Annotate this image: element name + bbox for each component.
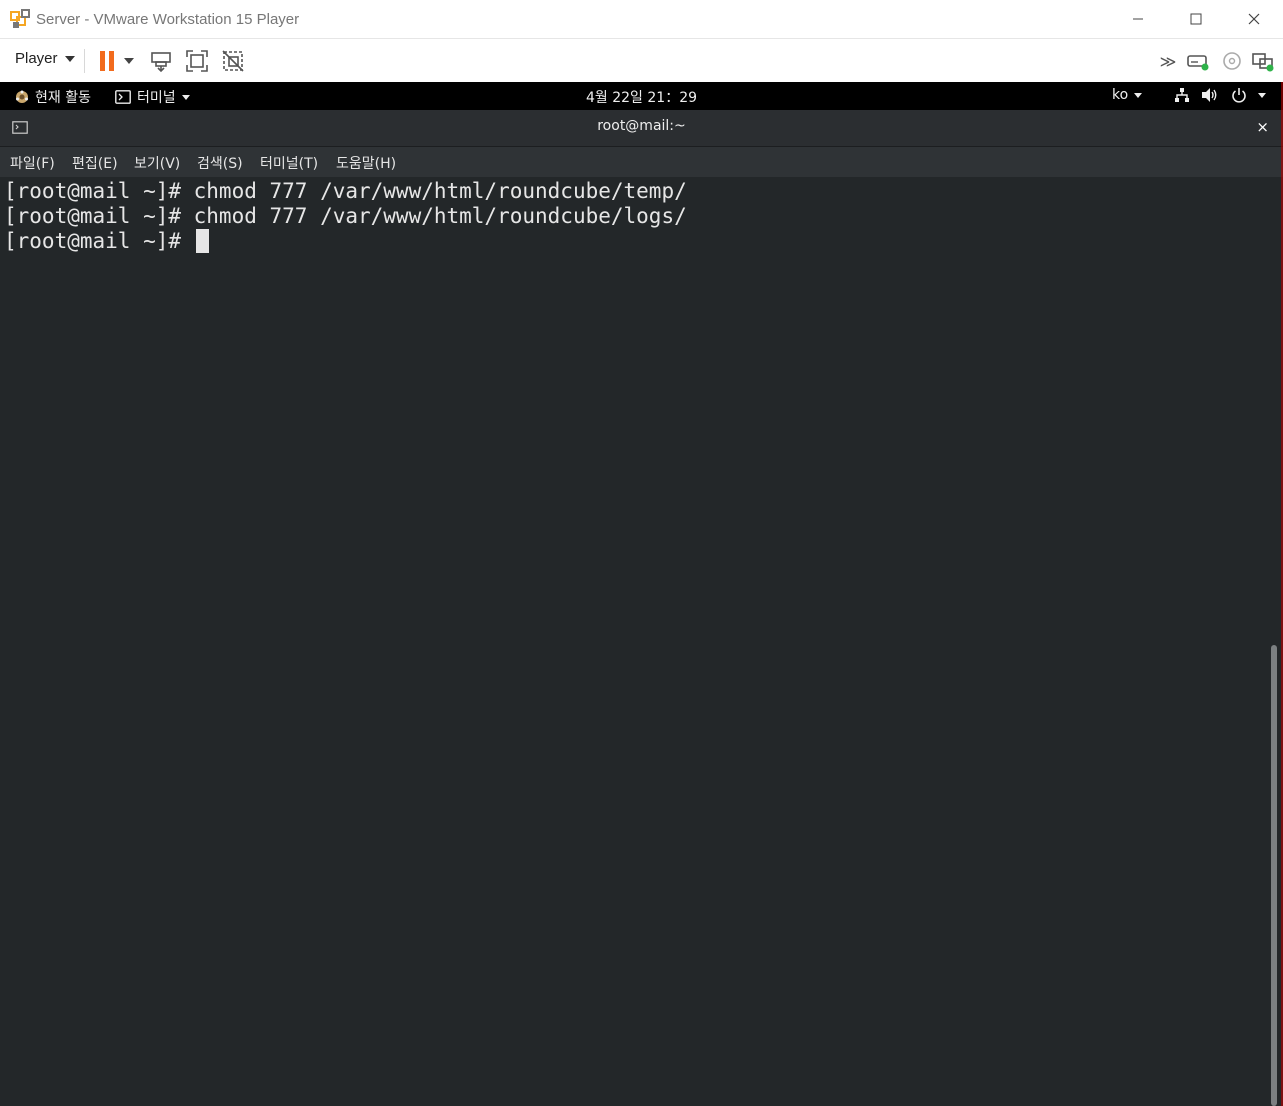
activities-label: 현재 활동 bbox=[35, 90, 91, 106]
menu-help[interactable]: 도움말(H) bbox=[336, 153, 396, 173]
terminal-line: [root@mail ~]# chmod 777 /var/www/html/r… bbox=[4, 204, 687, 228]
terminal-headerbar: root@mail:~ × bbox=[0, 110, 1283, 147]
vmware-toolbar: Player ≫ bbox=[0, 38, 1283, 83]
menu-file[interactable]: 파일(F) bbox=[10, 153, 55, 173]
app-menu-button[interactable]: 터미널 bbox=[115, 87, 190, 107]
chevron-down-icon bbox=[64, 55, 75, 62]
chevron-down-icon bbox=[124, 58, 134, 64]
hard-disk-button[interactable] bbox=[1185, 48, 1211, 74]
toolbar-divider bbox=[84, 49, 85, 73]
activities-button[interactable]: 현재 활동 bbox=[14, 87, 91, 107]
fullscreen-button[interactable] bbox=[184, 48, 210, 74]
window-title: Server - VMware Workstation 15 Player bbox=[36, 10, 300, 28]
pause-button[interactable] bbox=[94, 48, 120, 74]
terminal-menubar: 파일(F) 편집(E) 보기(V) 검색(S) 터미널(T) 도움말(H) bbox=[0, 147, 1283, 177]
minimize-button[interactable] bbox=[1109, 0, 1167, 38]
input-source-label: ko bbox=[1112, 87, 1129, 103]
terminal-title: root@mail:~ bbox=[597, 118, 686, 134]
system-menu-button[interactable] bbox=[1174, 87, 1266, 103]
unity-icon bbox=[222, 50, 244, 72]
chevron-down-icon bbox=[1134, 92, 1143, 98]
send-ctrl-alt-del-icon bbox=[151, 52, 171, 73]
fullscreen-icon bbox=[186, 50, 208, 72]
menu-terminal[interactable]: 터미널(T) bbox=[260, 153, 318, 173]
chevron-down-icon bbox=[1258, 92, 1266, 98]
scrollbar-thumb[interactable] bbox=[1271, 645, 1277, 1106]
terminal-prompt-line: [root@mail ~]# bbox=[4, 229, 209, 254]
app-menu-label: 터미널 bbox=[137, 90, 176, 106]
clock-button[interactable]: 4월 22일 21：29 bbox=[586, 87, 697, 107]
close-button[interactable] bbox=[1225, 0, 1283, 38]
more-button[interactable]: ≫ bbox=[1155, 48, 1181, 74]
unity-button[interactable] bbox=[220, 48, 246, 74]
minimize-icon bbox=[1133, 18, 1143, 20]
maximize-icon bbox=[1190, 13, 1202, 25]
pause-icon bbox=[100, 51, 114, 71]
power-icon bbox=[1232, 88, 1246, 103]
clock-label: 4월 22일 21：29 bbox=[586, 90, 698, 106]
cd-icon bbox=[1223, 52, 1241, 70]
volume-icon bbox=[1202, 88, 1217, 102]
cd-button[interactable] bbox=[1219, 48, 1245, 74]
player-menu-label: Player bbox=[15, 50, 58, 67]
menu-view[interactable]: 보기(V) bbox=[134, 153, 180, 173]
input-source-button[interactable]: ko bbox=[1112, 87, 1143, 103]
network-icon bbox=[1175, 88, 1189, 102]
activities-icon bbox=[16, 90, 28, 103]
close-icon bbox=[1248, 13, 1260, 25]
vmware-logo-icon bbox=[10, 9, 30, 28]
menu-search[interactable]: 검색(S) bbox=[197, 153, 243, 173]
terminal-output[interactable]: [root@mail ~]# chmod 777 /var/www/html/r… bbox=[0, 177, 1283, 1106]
network-adapter-icon bbox=[1252, 53, 1274, 72]
send-ctrl-alt-del-button[interactable] bbox=[148, 48, 174, 74]
pause-dropdown-button[interactable] bbox=[119, 48, 139, 74]
terminal-icon bbox=[115, 90, 131, 104]
window-titlebar: Server - VMware Workstation 15 Player bbox=[0, 0, 1283, 38]
network-adapter-button[interactable] bbox=[1250, 48, 1276, 74]
player-menu-button[interactable]: Player bbox=[15, 50, 75, 67]
more-icon: ≫ bbox=[1159, 51, 1177, 71]
terminal-close-button[interactable]: × bbox=[1256, 118, 1269, 136]
terminal-line: [root@mail ~]# chmod 777 /var/www/html/r… bbox=[4, 179, 687, 203]
terminal-cursor bbox=[195, 229, 209, 253]
maximize-button[interactable] bbox=[1167, 0, 1225, 38]
gnome-top-bar: 현재 활동 터미널 4월 22일 21：29 ko bbox=[0, 82, 1283, 110]
terminal-prompt: [root@mail ~]# bbox=[4, 229, 194, 253]
chevron-down-icon bbox=[181, 94, 190, 100]
hard-disk-icon bbox=[1187, 55, 1209, 71]
menu-edit[interactable]: 편집(E) bbox=[72, 153, 118, 173]
